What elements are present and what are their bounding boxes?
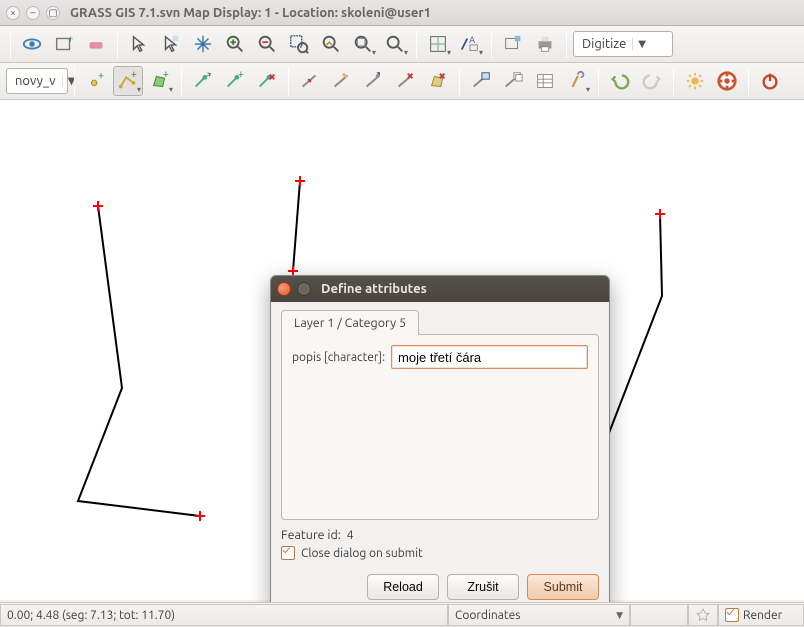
zoom-extent-icon[interactable]: ▾ <box>348 29 378 59</box>
feature-id-label: Feature id: <box>281 528 341 542</box>
cats-display-icon[interactable] <box>466 66 496 96</box>
svg-text:+: + <box>238 70 244 80</box>
window-title: GRASS GIS 7.1.svn Map Display: 1 - Locat… <box>70 6 431 20</box>
query-icon[interactable] <box>156 29 186 59</box>
overlay-icon[interactable]: A▾ <box>455 29 485 59</box>
delete-feature-icon[interactable] <box>391 66 421 96</box>
split-line-icon[interactable] <box>295 66 325 96</box>
erase-icon[interactable] <box>81 29 111 59</box>
reload-button[interactable]: Reload <box>367 574 439 600</box>
submit-button[interactable]: Submit <box>527 574 599 600</box>
status-bar: 0.00; 4.48 (seg: 7.13; tot: 11.70) Coord… <box>0 602 804 627</box>
display-mode-label: Digitize <box>582 37 626 51</box>
delete-area-icon[interactable] <box>423 66 453 96</box>
dialog-minimize-icon[interactable] <box>297 282 311 296</box>
print-icon[interactable] <box>530 29 560 59</box>
chevron-down-icon: ▼ <box>632 38 646 50</box>
minimize-icon[interactable]: – <box>26 6 40 20</box>
add-point-icon[interactable]: + <box>81 66 111 96</box>
dialog-title: Define attributes <box>321 282 427 296</box>
edit-line-icon[interactable] <box>327 66 357 96</box>
svg-text:+: + <box>68 33 74 44</box>
close-icon[interactable]: × <box>6 6 20 20</box>
tab-label: Layer 1 / Category 5 <box>294 316 406 330</box>
map-display-toolbar: + ▾ ▾ ▾ A▾ Digitize ▼ <box>0 26 804 63</box>
tab-panel: popis [character]: <box>281 334 599 520</box>
tab-layer-category[interactable]: Layer 1 / Category 5 <box>281 310 419 335</box>
close-on-submit-label: Close dialog on submit <box>301 547 423 560</box>
status-info: 0.00; 4.48 (seg: 7.13; tot: 11.70) <box>7 609 175 622</box>
additional-tools-icon[interactable]: ▾ <box>562 66 592 96</box>
pointer-icon[interactable] <box>124 29 154 59</box>
add-map-icon[interactable]: + <box>49 29 79 59</box>
chevron-down-icon: ▼ <box>616 610 623 621</box>
undo-icon[interactable] <box>605 66 635 96</box>
add-line-icon[interactable]: +▾ <box>113 66 143 96</box>
render-label: Render <box>743 609 782 622</box>
quit-icon[interactable] <box>755 66 785 96</box>
main-titlebar: × – ▢ GRASS GIS 7.1.svn Map Display: 1 -… <box>0 0 804 26</box>
show-layers-icon[interactable] <box>17 29 47 59</box>
svg-text:+: + <box>98 70 104 82</box>
remove-vertex-icon[interactable] <box>252 66 282 96</box>
attributes-icon[interactable] <box>530 66 560 96</box>
zoom-in-icon[interactable] <box>220 29 250 59</box>
save-image-icon[interactable] <box>498 29 528 59</box>
pan-icon[interactable] <box>188 29 218 59</box>
layer-combo[interactable]: novy_v ▼ <box>6 68 68 94</box>
add-area-icon[interactable]: +▾ <box>145 66 175 96</box>
svg-text:+: + <box>131 70 137 80</box>
digitizer-toolbar: novy_v ▼ + +▾ +▾ + ▾ <box>0 63 804 100</box>
help-icon[interactable] <box>712 66 742 96</box>
svg-text:+: + <box>163 70 169 80</box>
analyze-icon[interactable]: ▾ <box>423 29 453 59</box>
zoom-menu-icon[interactable]: ▾ <box>380 29 410 59</box>
feature-id-value: 4 <box>347 528 354 542</box>
zoom-region-icon[interactable] <box>284 29 314 59</box>
zoom-last-icon[interactable] <box>316 29 346 59</box>
close-on-submit-checkbox[interactable] <box>281 546 295 560</box>
redo-icon[interactable] <box>637 66 667 96</box>
move-feature-icon[interactable] <box>359 66 389 96</box>
status-mode-label: Coordinates <box>455 609 520 622</box>
define-attributes-dialog: Define attributes Layer 1 / Category 5 p… <box>270 275 610 613</box>
status-mode-combo[interactable]: Coordinates ▼ <box>448 604 630 626</box>
settings-icon[interactable] <box>680 66 710 96</box>
status-pin-icon[interactable] <box>688 604 718 626</box>
field-label: popis [character]: <box>292 351 385 364</box>
zoom-out-icon[interactable] <box>252 29 282 59</box>
cancel-button[interactable]: Zrušit <box>447 574 519 600</box>
add-vertex-icon[interactable]: + <box>220 66 250 96</box>
svg-text:A: A <box>469 34 475 45</box>
layer-combo-label: novy_v <box>15 74 56 88</box>
display-mode-combo[interactable]: Digitize ▼ <box>573 31 673 57</box>
move-vertex-icon[interactable] <box>188 66 218 96</box>
status-progress <box>630 604 688 626</box>
dialog-titlebar[interactable]: Define attributes <box>271 276 609 302</box>
cats-copy-icon[interactable] <box>498 66 528 96</box>
dialog-close-icon[interactable] <box>277 282 291 296</box>
maximize-icon[interactable]: ▢ <box>46 6 60 20</box>
render-toggle[interactable]: Render <box>718 604 804 626</box>
popis-input[interactable] <box>391 345 588 369</box>
render-checkbox[interactable] <box>725 608 739 622</box>
